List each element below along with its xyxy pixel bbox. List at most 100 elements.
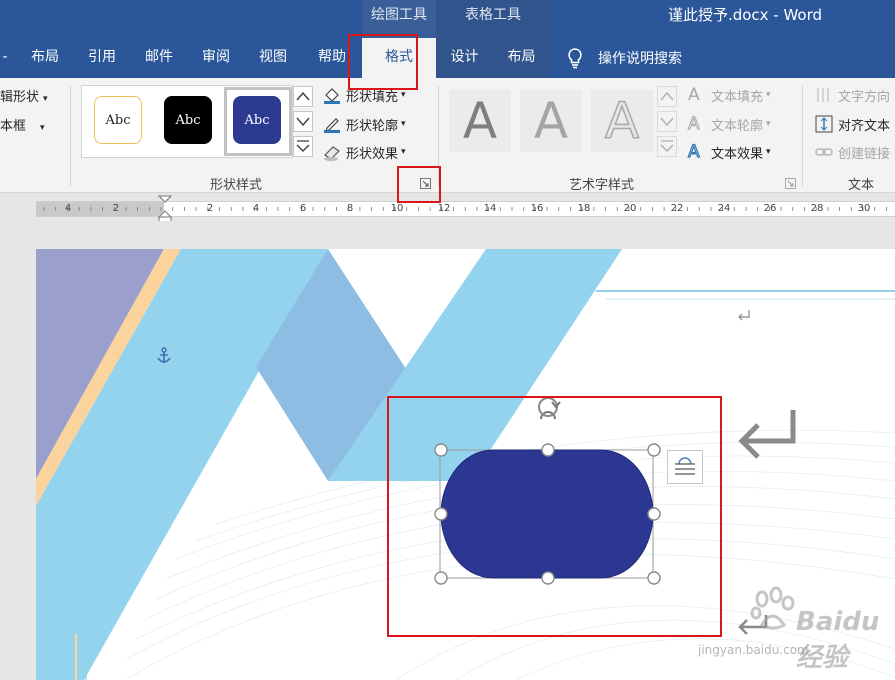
wordart-style-gray[interactable]: A — [449, 90, 511, 152]
shape-style-white[interactable]: Abc — [94, 96, 142, 144]
edit-shape-button[interactable]: 辑形状 ▾ — [0, 86, 48, 105]
more-icon — [296, 140, 310, 153]
highlight-dialog-launcher — [397, 166, 441, 203]
large-paragraph-mark-icon — [738, 410, 796, 459]
ribbon-body: 辑形状 ▾ 本框 ▾ Abc Abc Abc 形状填充 ▾ 形状轮廓 ▾ 形状效果 ▾ 形… — [0, 78, 895, 193]
pen-outline-icon — [324, 118, 340, 133]
ruler-number: 24 — [717, 203, 731, 214]
align-text-button[interactable]: 对齐文本 — [814, 113, 890, 135]
align-text-icon — [815, 115, 833, 133]
shape-outline-label: 形状轮廓 — [346, 118, 399, 134]
text-outline-label: 文本轮廓 — [711, 118, 764, 134]
window-title: 谨此授予.docx - Word — [667, 6, 823, 24]
tell-me-search[interactable]: 操作说明搜索 — [566, 38, 682, 78]
dropdown-arrow-icon: ▾ — [401, 147, 406, 157]
dropdown-arrow-icon: ▾ — [401, 119, 406, 129]
ruler-number: 22 — [670, 203, 684, 214]
text-direction-icon — [817, 88, 829, 102]
ruler-number: 2 — [206, 203, 214, 214]
link-icon — [815, 148, 833, 156]
highlight-format-tab — [348, 34, 418, 90]
align-text-label: 对齐文本 — [838, 118, 891, 134]
group-separator — [70, 86, 71, 186]
textbox-button[interactable]: 本框 ▾ — [0, 115, 45, 134]
shape-outline-button[interactable]: 形状轮廓 ▾ — [322, 113, 406, 135]
tab-review[interactable]: 审阅 — [188, 38, 244, 78]
wordart-style-light[interactable]: A — [520, 90, 582, 152]
text-fill-button[interactable]: A 文本填充 ▾ — [688, 84, 771, 106]
watermark: Baidu经验 jingyan.baidu.com — [698, 585, 888, 673]
textbox-label: 本框 — [0, 119, 27, 134]
dropdown-arrow-icon: ▾ — [40, 123, 45, 133]
ruler-number: 18 — [577, 203, 591, 214]
shape-effects-button[interactable]: 形状效果 ▾ — [322, 141, 406, 163]
table-tools-group-label: 表格工具 — [436, 0, 550, 38]
dropdown-arrow-icon: ▾ — [766, 90, 771, 100]
ruler-number: 4 — [64, 203, 72, 214]
text-direction-label: 文字方向 — [838, 89, 891, 105]
tell-me-label: 操作说明搜索 — [598, 51, 682, 67]
text-direction-button[interactable]: 文字方向 — [814, 84, 890, 106]
edit-shape-label: 辑形状 — [0, 90, 40, 105]
dropdown-arrow-icon: ▾ — [401, 90, 406, 100]
gallery-scroll-down[interactable] — [293, 111, 313, 132]
text-effects-label: 文本效果 — [711, 146, 764, 162]
tab-partial[interactable]: ‐ — [0, 38, 10, 78]
horizontal-ruler[interactable]: 4 2 2 4 6 8 10 12 14 16 18 20 22 24 26 2… — [0, 194, 895, 227]
ribbon-tab-bar: ‐ 布局 引用 邮件 审阅 视图 帮助 格式 设计 布局 操作说明搜索 — [0, 38, 895, 78]
ruler-number: 26 — [763, 203, 777, 214]
dropdown-arrow-icon: ▾ — [766, 147, 771, 157]
text-outline-icon: A — [688, 114, 701, 135]
text-effects-icon: A — [687, 141, 700, 162]
tab-design[interactable]: 设计 — [436, 38, 493, 78]
ruler-number: 14 — [483, 203, 497, 214]
ruler-number: 16 — [530, 203, 544, 214]
highlight-selected-shape — [387, 396, 722, 637]
gallery-scroll-up[interactable] — [293, 86, 313, 107]
text-fill-label: 文本填充 — [711, 89, 764, 105]
ruler-number: 6 — [299, 203, 307, 214]
paint-bucket-icon — [324, 88, 340, 104]
ruler-number: 8 — [346, 203, 354, 214]
create-link-button[interactable]: 创建链接 — [814, 141, 890, 163]
tab-table-layout[interactable]: 布局 — [493, 38, 550, 78]
anchor-icon[interactable] — [156, 347, 172, 365]
title-bar: 绘图工具 表格工具 谨此授予.docx - Word — [0, 0, 895, 38]
dropdown-arrow-icon: ▾ — [43, 94, 48, 104]
paw-logo-icon — [750, 586, 795, 630]
chevron-down-icon — [660, 117, 674, 127]
wordart-scroll-down[interactable] — [657, 111, 677, 132]
shape-effects-icon — [324, 146, 340, 161]
dialog-launcher-icon[interactable] — [785, 178, 796, 189]
text-effects-button[interactable]: A 文本效果 ▾ — [687, 141, 771, 163]
shape-style-black[interactable]: Abc — [164, 96, 212, 144]
ruler-number: 20 — [623, 203, 637, 214]
chevron-up-icon — [660, 91, 674, 101]
wordart-style-outline[interactable]: A — [591, 90, 653, 152]
chevron-down-icon — [296, 117, 310, 127]
group-separator — [802, 86, 803, 186]
text-outline-button[interactable]: A 文本轮廓 ▾ — [688, 113, 771, 135]
wordart-scroll-up[interactable] — [657, 86, 677, 107]
ruler-number: 30 — [857, 203, 871, 214]
ruler-number: 10 — [390, 203, 404, 214]
gallery-more[interactable] — [293, 136, 313, 157]
watermark-brand: Baidu经验 — [796, 607, 880, 673]
chevron-up-icon — [296, 91, 310, 101]
create-link-label: 创建链接 — [838, 146, 891, 162]
shape-styles-group-label: 形状样式 — [210, 178, 263, 193]
tab-view[interactable]: 视图 — [244, 38, 302, 78]
dropdown-arrow-icon: ▾ — [766, 119, 771, 129]
shape-effects-label: 形状效果 — [346, 146, 399, 162]
drawing-tools-group-label: 绘图工具 — [362, 0, 436, 38]
tab-references[interactable]: 引用 — [74, 38, 130, 78]
text-fill-icon: A — [688, 85, 700, 105]
tab-mailings[interactable]: 邮件 — [131, 38, 187, 78]
ruler-number: 12 — [437, 203, 451, 214]
tab-layout[interactable]: 布局 — [18, 38, 72, 78]
wordart-more[interactable] — [657, 136, 677, 157]
shape-style-blue[interactable]: Abc — [233, 96, 281, 144]
watermark-url: jingyan.baidu.com — [698, 643, 809, 657]
lightbulb-icon — [568, 48, 582, 69]
ruler-number: 4 — [252, 203, 260, 214]
